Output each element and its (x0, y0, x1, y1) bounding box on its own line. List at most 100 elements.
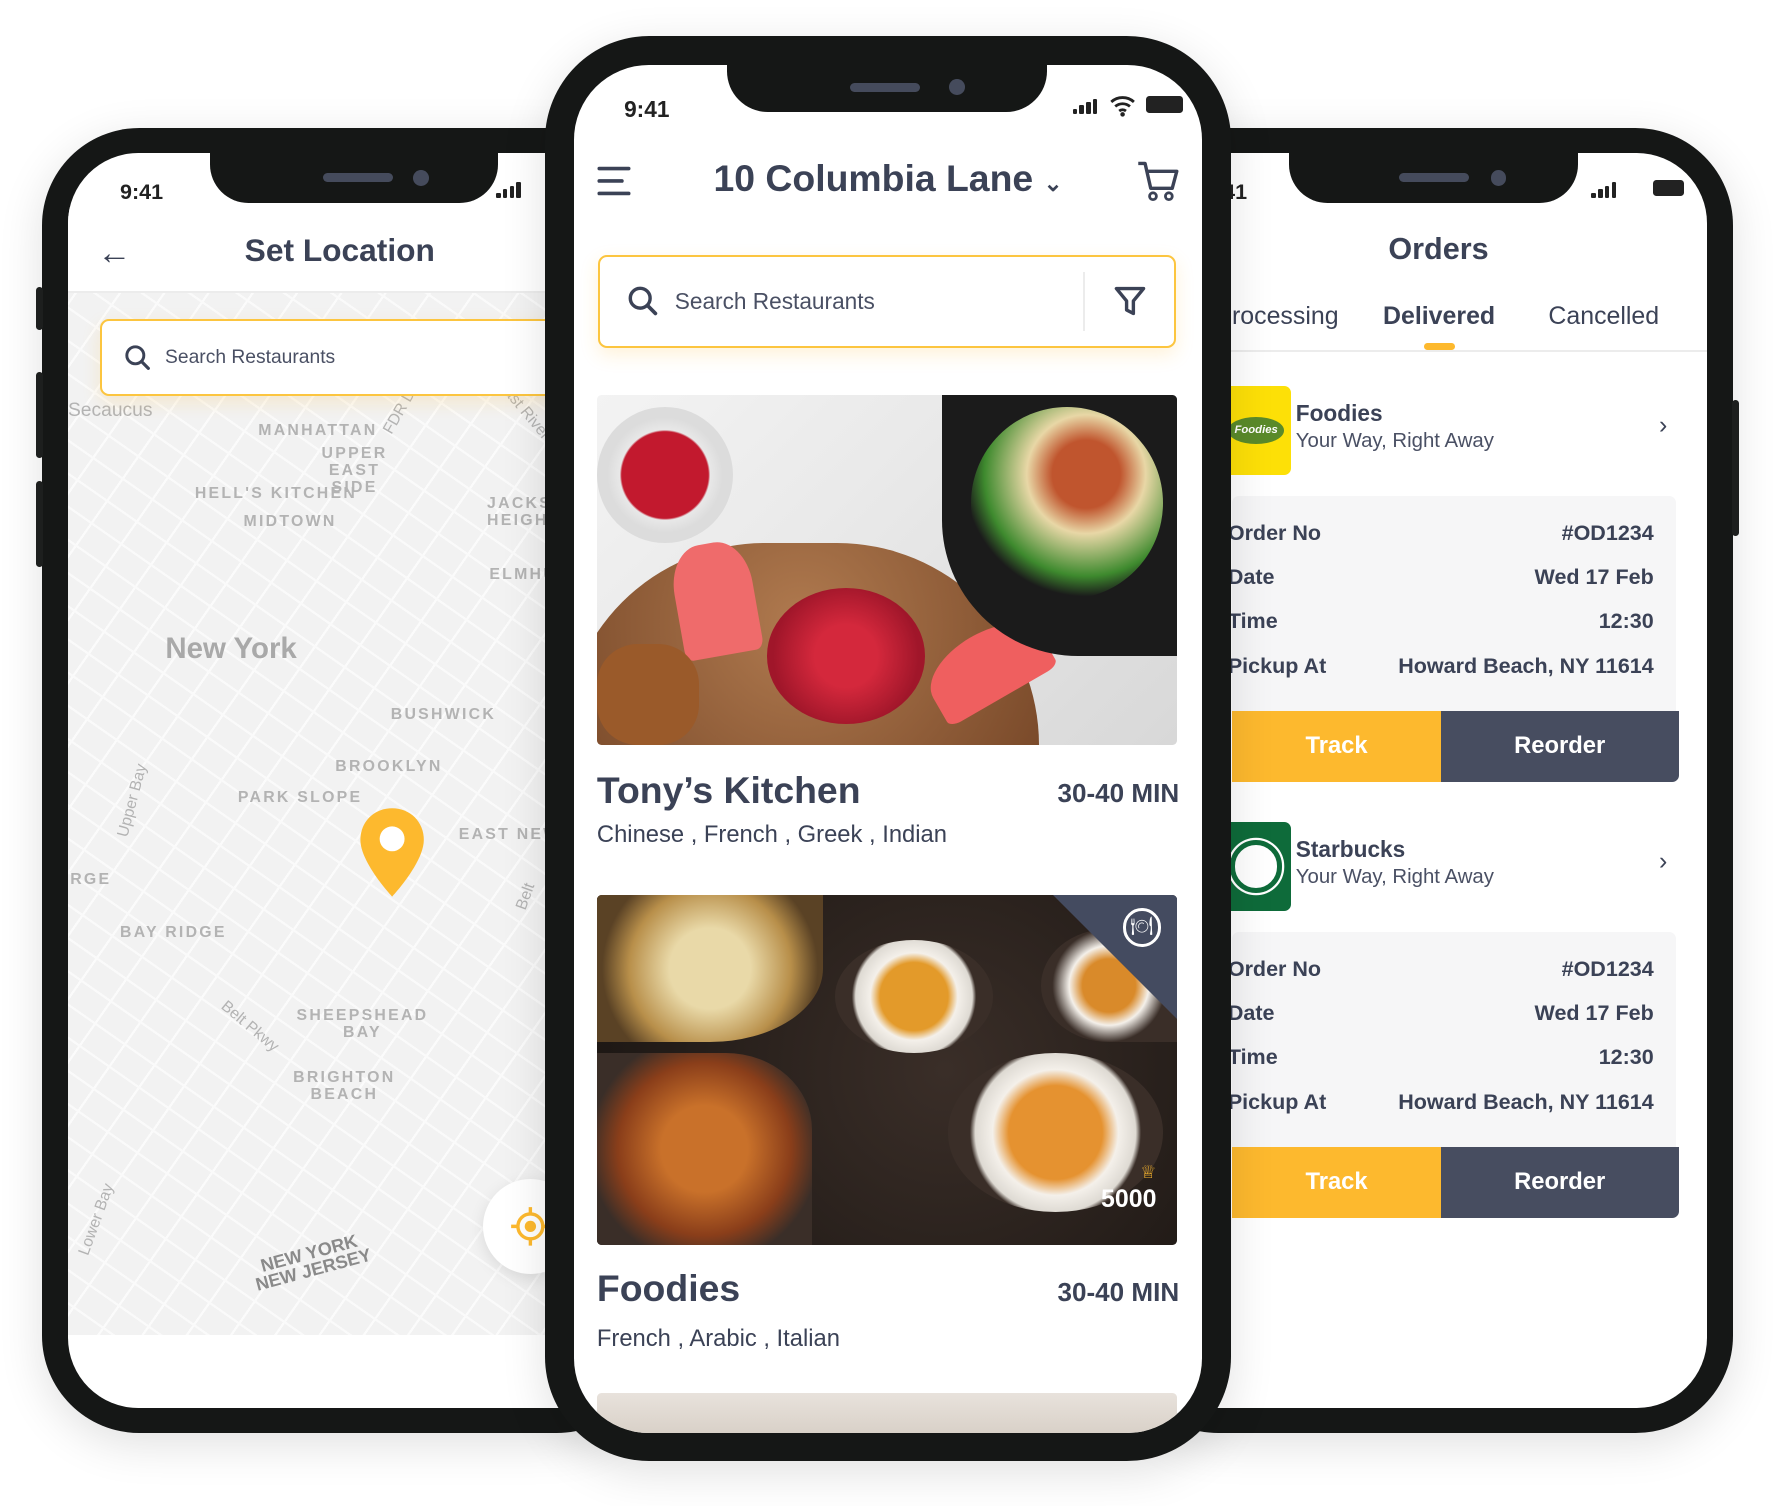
notch (1288, 152, 1578, 203)
restaurant-tagline: Your Way, Right Away (1295, 866, 1494, 889)
notch (209, 152, 499, 203)
chevron-right-icon[interactable]: › (1659, 847, 1667, 876)
phone-side-button (1731, 399, 1739, 536)
starbucks-logo (1221, 822, 1292, 911)
map[interactable]: Secaucus MANHATTAN UPPER EAST SIDE HELL'… (67, 293, 628, 1336)
map-label: NEW YORK NEW JERSEY (253, 1230, 374, 1295)
foodies-logo: Foodies (1221, 386, 1292, 475)
tab-processing[interactable]: Processing (1215, 302, 1338, 331)
map-label: Belt Pkwy (217, 997, 283, 1056)
signal-icon (496, 182, 521, 199)
chevron-right-icon[interactable]: › (1659, 411, 1667, 440)
notch (727, 64, 1047, 113)
detail-label: Order No (1227, 520, 1322, 545)
restaurant-name[interactable]: Tony’s Kitchen (597, 769, 861, 812)
phone-side-button (36, 371, 44, 458)
page-title: Orders (1388, 232, 1489, 267)
map-label: HELL'S KITCHEN (194, 484, 358, 502)
address-selector[interactable]: 10 Columbia Lane ⌄ (688, 157, 1089, 200)
phone-side-button (36, 481, 44, 568)
restaurant-cuisines: Chinese , French , Greek , Indian (596, 821, 947, 849)
restaurant-name: Foodies (1295, 399, 1383, 426)
search-icon (125, 345, 151, 371)
detail-label: Date (1227, 1001, 1275, 1026)
restaurant-search-input[interactable]: Search Restaurants (598, 254, 1176, 348)
restaurant-image[interactable]: 🍽 ♕ 5000 (596, 894, 1177, 1245)
map-label: SHEEPSHEAD BAY (296, 1006, 429, 1041)
location-pin-icon[interactable] (357, 806, 427, 899)
restaurant-name[interactable]: Foodies (597, 1267, 740, 1310)
app-mockup-stage: 9:41 ← Set Location Secaucus MANHATTAN U… (0, 0, 1776, 1505)
search-placeholder: Search Restaurants (674, 287, 875, 314)
status-time: 9:41 (624, 96, 670, 123)
map-label: BUSHWICK (390, 705, 497, 723)
featured-corner-badge (1052, 894, 1177, 1020)
map-label: New York (165, 631, 297, 665)
reorder-button[interactable]: Reorder (1440, 711, 1679, 782)
search-placeholder: Search Restaurants (165, 346, 336, 368)
signal-icon (1072, 98, 1098, 115)
map-label: BROOKLYN (335, 757, 443, 775)
phone-restaurants: 9:41 10 Columbia Lane ⌄ Search Restauran… (544, 36, 1232, 1462)
detail-label: Time (1227, 609, 1278, 634)
loyalty-points: 5000 (1101, 1184, 1157, 1213)
order-tabs: Processing Delivered Cancelled (1147, 277, 1707, 353)
address-label: 10 Columbia Lane (713, 157, 1034, 200)
battery-icon (1652, 180, 1685, 196)
cart-icon[interactable] (1136, 160, 1179, 203)
map-label: Upper Bay (114, 761, 151, 839)
restaurant-name: Starbucks (1295, 835, 1406, 862)
filter-icon[interactable] (1113, 284, 1147, 318)
restaurant-header[interactable]: Foodies Foodies Your Way, Right Away › (1221, 377, 1707, 475)
detail-label: Time (1227, 1045, 1278, 1070)
order-time: 12:30 (1598, 609, 1654, 634)
map-label: BAY RIDGE (120, 924, 227, 942)
track-button[interactable]: Track (1232, 1147, 1441, 1218)
order-date: Wed 17 Feb (1534, 1001, 1654, 1026)
restaurant-tagline: Your Way, Right Away (1295, 430, 1494, 453)
tab-cancelled[interactable]: Cancelled (1548, 302, 1659, 331)
divider (1083, 271, 1086, 331)
order-card: Foodies Foodies Your Way, Right Away › O… (1221, 377, 1707, 785)
order-date: Wed 17 Feb (1534, 565, 1654, 590)
map-label: Lower Bay (75, 1181, 118, 1258)
restaurant-image[interactable] (596, 1393, 1177, 1433)
map-label: Belt (512, 880, 539, 913)
delivery-time: 30-40 MIN (1057, 1276, 1180, 1307)
pickup-address: Howard Beach, NY 11614 (1398, 653, 1654, 678)
order-number: #OD1234 (1561, 520, 1654, 545)
dining-icon: 🍽 (1122, 908, 1161, 947)
wifi-icon (1110, 96, 1135, 117)
restaurant-header[interactable]: Starbucks Your Way, Right Away › (1221, 813, 1707, 911)
map-label: BRIGHTON BEACH (293, 1069, 396, 1104)
detail-label: Pickup At (1227, 653, 1327, 678)
order-number: #OD1234 (1561, 957, 1654, 982)
tab-delivered[interactable]: Delivered (1383, 302, 1495, 350)
restaurant-image[interactable] (596, 395, 1177, 746)
reorder-button[interactable]: Reorder (1440, 1147, 1679, 1218)
chevron-down-icon: ⌄ (1043, 170, 1063, 197)
map-label: MANHATTAN (258, 422, 378, 440)
order-card: Starbucks Your Way, Right Away › Order N… (1221, 813, 1707, 1221)
location-search-input[interactable]: Search Restaurants (99, 319, 576, 397)
crown-icon: ♕ (1140, 1162, 1157, 1183)
phone-side-button (36, 286, 44, 330)
map-label: RGE (70, 871, 112, 889)
search-icon (628, 286, 658, 316)
order-details: Order No #OD1234 Date Wed 17 Feb Time 12:30… (1228, 932, 1679, 1218)
detail-label: Pickup At (1227, 1089, 1327, 1114)
restaurant-cuisines: French , Arabic , Italian (596, 1325, 840, 1353)
detail-label: Date (1227, 565, 1275, 590)
detail-label: Order No (1227, 957, 1322, 982)
battery-icon (1146, 96, 1183, 114)
page-title: Set Location (244, 232, 435, 269)
status-time: 9:41 (120, 180, 164, 205)
active-tab-indicator (1423, 343, 1456, 350)
map-label: MIDTOWN (243, 513, 337, 531)
delivery-time: 30-40 MIN (1057, 778, 1180, 809)
map-label: Secaucus (67, 400, 153, 422)
track-button[interactable]: Track (1232, 711, 1441, 782)
menu-icon[interactable] (597, 164, 631, 198)
map-label: PARK SLOPE (237, 789, 363, 807)
signal-icon (1591, 182, 1617, 199)
